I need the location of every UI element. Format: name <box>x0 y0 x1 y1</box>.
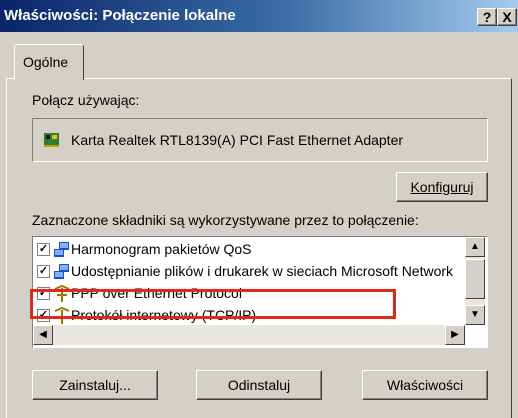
close-icon: X <box>502 9 512 25</box>
tab-general-label: Ogólne <box>23 54 69 70</box>
adapter-box: Karta Realtek RTL8139(A) PCI Fast Ethern… <box>32 118 488 162</box>
close-button[interactable]: X <box>497 8 517 26</box>
scroll-right-icon[interactable]: ▶ <box>445 325 465 345</box>
configure-button[interactable]: Konfiguruj <box>396 172 488 202</box>
scroll-left-icon[interactable]: ◀ <box>33 325 53 345</box>
item-checkbox[interactable]: ✓ <box>37 265 50 278</box>
highlight-box <box>30 289 396 319</box>
item-label: Udostępnianie plików i drukarek w siecia… <box>71 263 454 279</box>
list-item[interactable]: ✓ Udostępnianie plików i drukarek w siec… <box>33 261 463 283</box>
properties-button[interactable]: Właściwości <box>362 370 488 400</box>
title-bar: Właściwości: Połączenie lokalne ? X <box>0 0 518 32</box>
network-service-icon <box>54 264 69 279</box>
network-service-icon <box>54 242 69 257</box>
connect-using-label: Połącz używając: <box>32 92 140 108</box>
properties-button-label: Właściwości <box>386 377 464 393</box>
scroll-thumb[interactable] <box>465 259 485 299</box>
scroll-down-icon[interactable]: ▼ <box>465 305 485 325</box>
uninstall-button[interactable]: Odinstaluj <box>196 370 322 400</box>
uninstall-button-label: Odinstaluj <box>227 377 291 393</box>
help-button[interactable]: ? <box>477 8 497 26</box>
install-button-label: Zainstaluj... <box>59 377 131 393</box>
list-item[interactable]: ✓ Harmonogram pakietów QoS <box>33 239 463 261</box>
item-checkbox[interactable]: ✓ <box>37 243 50 256</box>
window-title: Właściwości: Połączenie lokalne <box>4 7 236 24</box>
adapter-name: Karta Realtek RTL8139(A) PCI Fast Ethern… <box>71 132 404 148</box>
install-button[interactable]: Zainstaluj... <box>32 370 158 400</box>
configure-button-label: Konfiguruj <box>410 179 474 195</box>
vertical-scrollbar[interactable]: ▲ ▼ <box>465 237 485 325</box>
scroll-up-icon[interactable]: ▲ <box>465 237 485 257</box>
network-card-icon <box>44 133 59 147</box>
tab-general[interactable]: Ogólne <box>14 44 84 80</box>
help-icon: ? <box>482 9 492 25</box>
horizontal-scrollbar[interactable]: ◀ ▶ <box>33 325 465 345</box>
item-label: Harmonogram pakietów QoS <box>71 241 252 257</box>
components-label: Zaznaczone składniki są wykorzystywane p… <box>32 212 419 228</box>
